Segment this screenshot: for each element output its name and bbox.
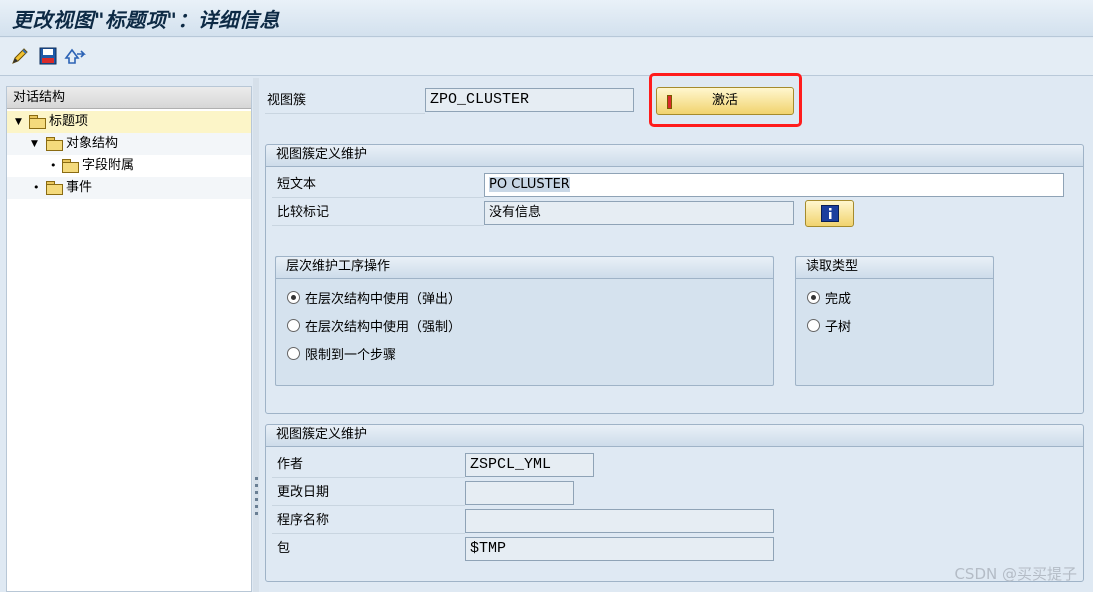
radio-label: 限制到一个步骤 [305, 347, 397, 363]
radio-label: 子树 [825, 319, 852, 335]
folder-icon [62, 159, 79, 173]
title-bar: 更改视图"标题项"：详细信息 [0, 0, 1093, 37]
watermark: CSDN @买买提子 [954, 565, 1077, 583]
compare-field[interactable]: 没有信息 [484, 201, 794, 225]
radio-one-step[interactable]: 限制到一个步骤 [287, 342, 396, 364]
radio-label: 在层次结构中使用（强制） [305, 319, 462, 335]
folder-icon [46, 181, 63, 195]
splitter-grip [255, 512, 258, 515]
radio-label: 完成 [825, 291, 852, 307]
program-name-field[interactable] [465, 509, 774, 533]
radio-complete[interactable]: 完成 [807, 286, 851, 308]
toolbar [0, 38, 1093, 76]
package-field[interactable]: $TMP [465, 537, 774, 561]
tree-item-label: 标题项 [49, 114, 89, 129]
radio-circle[interactable] [807, 318, 820, 332]
group-title: 层次维护工序操作 [276, 257, 773, 279]
radio-subtree[interactable]: 子树 [807, 314, 851, 336]
tree-item-label: 事件 [66, 180, 93, 195]
pencil-icon[interactable] [8, 44, 32, 68]
splitter-grip [255, 477, 258, 480]
divider [272, 477, 465, 478]
tree-item-label: 字段附属 [82, 158, 135, 173]
short-text-input[interactable]: PO CLUSTER [484, 173, 1064, 197]
divider [272, 197, 484, 198]
info-button[interactable] [805, 200, 854, 227]
tree-item-label: 对象结构 [66, 136, 119, 151]
bullet-icon: • [50, 159, 57, 172]
folder-icon [29, 115, 46, 129]
save-icon[interactable] [36, 44, 60, 68]
tree-item-object-structure[interactable]: ▼ 对象结构 [7, 133, 251, 155]
view-cluster-field[interactable]: ZPO_CLUSTER [425, 88, 634, 112]
highlight-box [649, 73, 802, 127]
tree-header: 对话结构 [7, 87, 251, 109]
info-icon [821, 205, 839, 222]
changed-date-field[interactable] [465, 481, 574, 505]
radio-circle[interactable] [287, 346, 300, 360]
expand-arrow-icon[interactable]: ▼ [31, 133, 38, 155]
compare-label: 比较标记 [277, 205, 330, 220]
divider [265, 113, 425, 114]
author-field[interactable]: ZSPCL_YML [465, 453, 594, 477]
changed-date-label: 更改日期 [277, 485, 330, 500]
radio-circle[interactable] [807, 290, 820, 304]
splitter-grip [255, 484, 258, 487]
splitter-grip [255, 505, 258, 508]
short-text-value: PO CLUSTER [489, 177, 570, 192]
group-title: 视图簇定义维护 [266, 145, 1083, 167]
dialog-structure-pane: 对话结构 ▼ 标题项 ▼ 对象结构 • 字段附属 • 事件 [6, 86, 252, 592]
radio-circle[interactable] [287, 290, 300, 304]
tree-item-title[interactable]: ▼ 标题项 [7, 111, 251, 133]
window-title: 更改视图"标题项"：详细信息 [12, 8, 280, 32]
tree-item-events[interactable]: • 事件 [7, 177, 251, 199]
divider [272, 533, 465, 534]
transport-icon[interactable] [63, 44, 87, 68]
divider [272, 505, 465, 506]
folder-icon [46, 137, 63, 151]
splitter-grip [255, 498, 258, 501]
author-label: 作者 [277, 457, 304, 472]
radio-forced[interactable]: 在层次结构中使用（强制） [287, 314, 461, 336]
short-text-label: 短文本 [277, 177, 317, 192]
group-title: 读取类型 [796, 257, 993, 279]
program-name-label: 程序名称 [277, 513, 330, 528]
radio-circle[interactable] [287, 318, 300, 332]
radio-popup[interactable]: 在层次结构中使用（弹出） [287, 286, 461, 308]
group-title: 视图簇定义维护 [266, 425, 1083, 447]
splitter-grip [255, 491, 258, 494]
expand-arrow-icon[interactable]: ▼ [15, 111, 22, 133]
divider [272, 225, 484, 226]
tree-item-field-dependency[interactable]: • 字段附属 [7, 155, 251, 177]
view-cluster-label: 视图簇 [267, 93, 307, 108]
bullet-icon: • [33, 181, 40, 194]
radio-label: 在层次结构中使用（弹出） [305, 291, 462, 307]
package-label: 包 [277, 541, 291, 556]
